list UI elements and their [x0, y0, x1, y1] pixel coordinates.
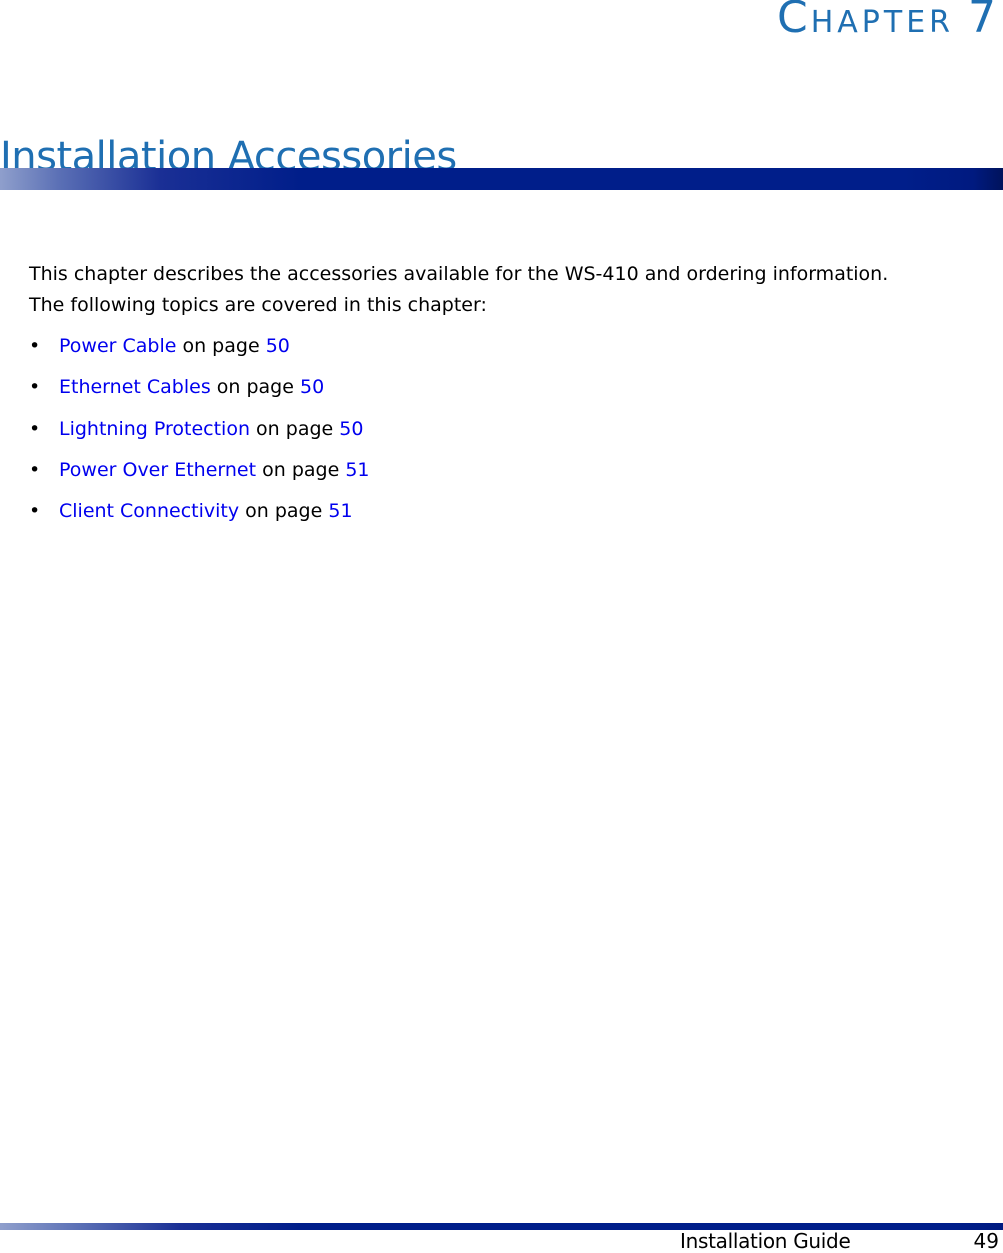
topic-on-page-text: on page	[256, 458, 346, 481]
topic-on-page-text: on page	[210, 376, 300, 399]
footer-guide-name: Installation Guide	[680, 1229, 851, 1253]
intro-line-1: This chapter describes the accessories a…	[29, 263, 889, 285]
topic-page-link[interactable]: 51	[328, 500, 352, 522]
footer-divider-bar	[0, 1223, 1003, 1230]
topic-item: • Ethernet Cables on page 50	[29, 372, 370, 413]
chapter-label: CHAPTER 7	[777, 0, 999, 41]
bullet-icon: •	[29, 335, 41, 357]
topic-on-page-text: on page	[250, 417, 340, 440]
topic-item: • Client Connectivity on page 51	[29, 496, 370, 537]
topic-on-page-text: on page	[176, 335, 266, 357]
topic-list: • Power Cable on page 50 • Ethernet Cabl…	[29, 331, 370, 537]
topic-link-ethernet-cables[interactable]: Ethernet Cables	[59, 376, 211, 398]
intro-line-2: The following topics are covered in this…	[29, 294, 487, 316]
bullet-icon: •	[29, 458, 41, 481]
topic-link-client-connectivity[interactable]: Client Connectivity	[59, 500, 239, 522]
footer-page-number: 49	[973, 1229, 999, 1253]
topic-item: • Power Over Ethernet on page 51	[29, 455, 370, 496]
topic-page-link[interactable]: 50	[266, 335, 290, 357]
intro-paragraph: This chapter describes the accessories a…	[29, 259, 989, 321]
topic-link-power-cable[interactable]: Power Cable	[59, 335, 176, 357]
topic-link-lightning-protection[interactable]: Lightning Protection	[59, 418, 250, 440]
bullet-icon: •	[29, 417, 41, 440]
topic-page-link[interactable]: 51	[345, 459, 369, 481]
topic-page-link[interactable]: 50	[339, 418, 363, 440]
topic-item: • Lightning Protection on page 50	[29, 414, 370, 455]
chapter-label-word: HAPTER	[810, 5, 954, 40]
chapter-number: 7	[968, 0, 999, 43]
topic-link-power-over-ethernet[interactable]: Power Over Ethernet	[59, 459, 256, 481]
topic-page-link[interactable]: 50	[300, 376, 324, 398]
bullet-icon: •	[29, 500, 41, 523]
chapter-label-initial: C	[776, 0, 811, 43]
header-divider-bar	[0, 168, 1003, 190]
topic-on-page-text: on page	[239, 500, 329, 523]
topic-item: • Power Cable on page 50	[29, 331, 370, 372]
bullet-icon: •	[29, 376, 41, 399]
